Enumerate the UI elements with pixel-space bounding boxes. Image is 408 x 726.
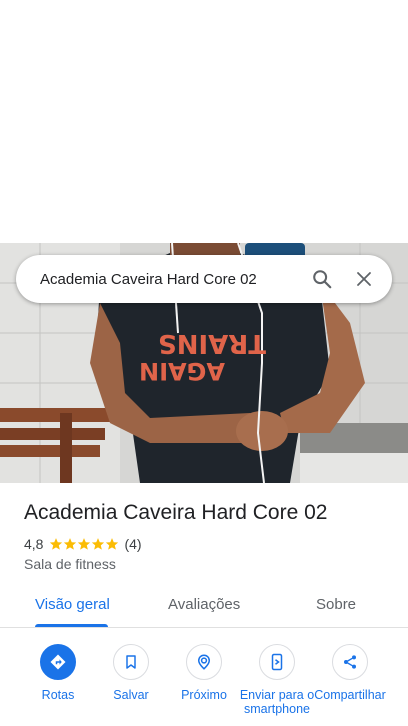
tab-about[interactable]: Sobre: [316, 596, 356, 613]
active-tab-indicator: [35, 624, 108, 627]
rating-row[interactable]: 4,8 (4): [24, 536, 142, 552]
place-category: Sala de fitness: [24, 556, 116, 572]
map-blank-area: [0, 0, 408, 243]
tab-reviews[interactable]: Avaliações: [168, 596, 240, 613]
directions-icon: [50, 654, 66, 670]
search-input[interactable]: Academia Caveira Hard Core 02: [16, 271, 302, 288]
place-title: Academia Caveira Hard Core 02: [24, 501, 328, 524]
send-to-phone-button[interactable]: Enviar para o smartphone: [239, 644, 315, 716]
star-icon: [78, 538, 91, 550]
nearby-icon: [197, 654, 211, 670]
review-count: (4): [124, 536, 142, 552]
rating-stars: [49, 537, 119, 551]
directions-button[interactable]: Rotas: [20, 644, 96, 702]
action-label-save: Salvar: [113, 688, 149, 702]
search-icon: [313, 270, 332, 289]
action-label-share: Compartilhar: [314, 688, 386, 702]
shirt-print-line2: AGAIN: [139, 357, 225, 385]
shirt-print-line1: TRAINS: [158, 328, 266, 358]
search-bar[interactable]: Academia Caveira Hard Core 02: [16, 255, 392, 303]
send-to-phone-icon: [271, 653, 283, 671]
share-button[interactable]: Compartilhar: [312, 644, 388, 702]
action-label-directions: Rotas: [41, 688, 75, 702]
close-button[interactable]: [342, 259, 386, 299]
rating-value: 4,8: [24, 536, 44, 552]
star-icon: [50, 538, 63, 550]
star-icon: [92, 538, 105, 550]
close-icon: [357, 272, 371, 286]
action-bar: Rotas Salvar Próximo Enviar para o smart…: [0, 640, 408, 726]
star-icon: [106, 538, 119, 550]
star-icon: [64, 538, 77, 550]
share-icon: [344, 655, 356, 669]
search-button[interactable]: [302, 259, 342, 299]
tab-overview[interactable]: Visão geral: [35, 596, 110, 613]
bookmark-icon: [126, 655, 136, 669]
action-label-send-to-phone: Enviar para o smartphone: [239, 688, 315, 716]
save-button[interactable]: Salvar: [93, 644, 169, 702]
nearby-button[interactable]: Próximo: [166, 644, 242, 702]
place-tabs: Visão geral Avaliações Sobre: [0, 588, 408, 628]
action-label-nearby: Próximo: [181, 688, 227, 702]
